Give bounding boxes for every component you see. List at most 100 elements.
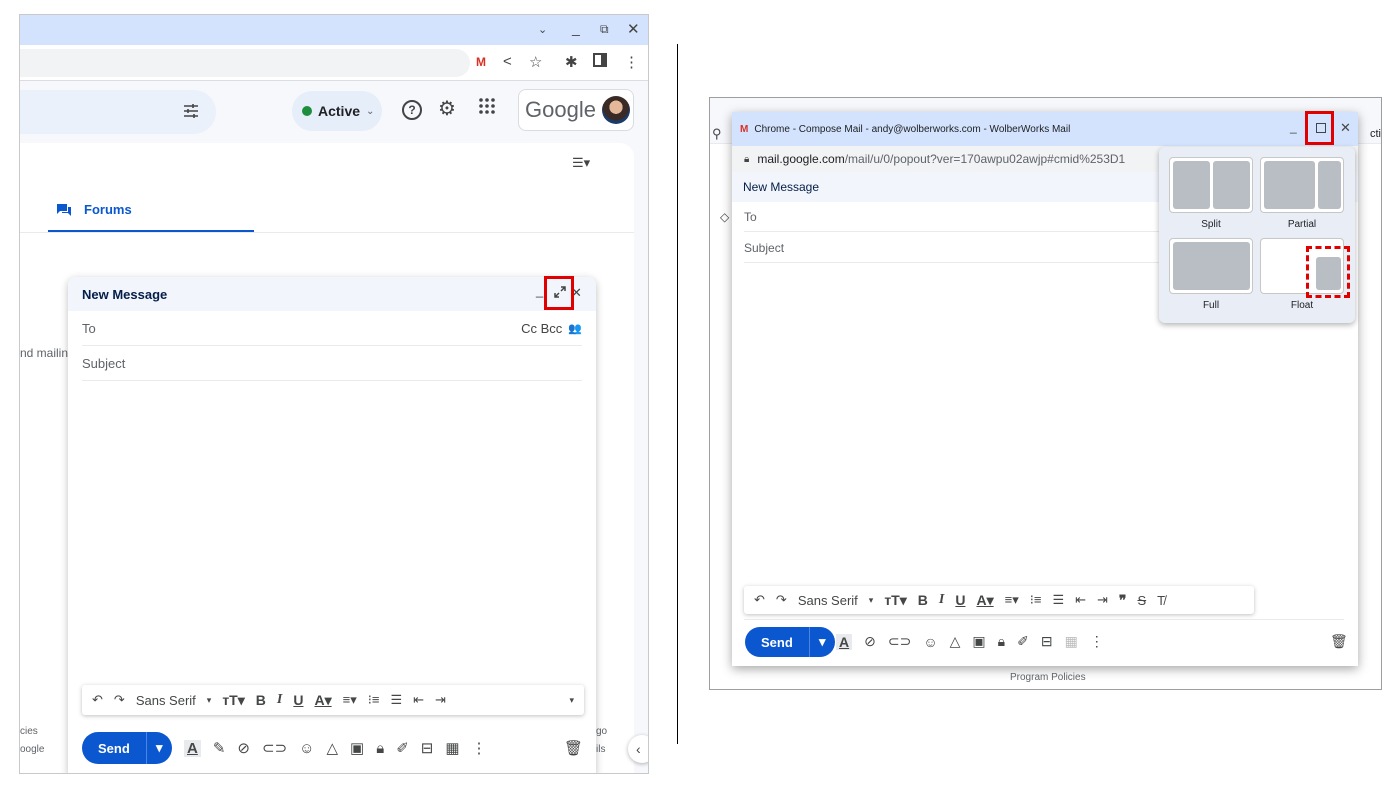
search-options-icon[interactable] [182, 102, 200, 120]
restore-icon[interactable]: ⧉ [600, 22, 609, 37]
popout-window-right: ⚲ ctiv ◇ M Chrome - Compose Mail - andy@… [709, 97, 1382, 690]
link-icon[interactable]: ⊂⊃ [888, 633, 911, 650]
google-account-button[interactable]: Google [518, 89, 634, 131]
indent-less-icon[interactable]: ⇤ [413, 692, 424, 708]
more-formatting-icon[interactable]: ▾ [569, 695, 574, 706]
send-button[interactable]: Send ▾ [745, 627, 835, 657]
undo-icon[interactable]: ↶ [92, 692, 103, 708]
attach-icon[interactable]: ⊘ [864, 633, 876, 650]
drive-icon[interactable]: △ [326, 739, 338, 757]
layouts-icon[interactable]: ⊟ [1041, 633, 1053, 650]
indent-more-icon[interactable]: ⇥ [435, 692, 446, 708]
photo-icon[interactable]: ▣ [350, 739, 364, 757]
close-window-icon[interactable]: ✕ [1340, 120, 1351, 136]
formatting-options-icon[interactable]: A [184, 739, 201, 757]
minimize-icon[interactable]: _ [1290, 120, 1297, 134]
text-color-icon[interactable]: A▾ [314, 692, 331, 709]
emoji-icon[interactable]: ☺ [299, 740, 314, 757]
emoji-icon[interactable]: ☺ [923, 634, 937, 650]
redo-icon[interactable]: ↷ [776, 592, 787, 608]
align-icon[interactable]: ≡▾ [1005, 592, 1019, 608]
more-options-icon[interactable]: ⋮ [1090, 633, 1104, 650]
confidential-lock-icon[interactable]: 🔒︎ [998, 633, 1005, 650]
side-panel-icon[interactable] [593, 53, 607, 67]
font-size-icon[interactable]: тT▾ [222, 692, 244, 709]
compose-header[interactable]: New Message [68, 277, 596, 311]
to-field[interactable]: To Cc Bcc 👥 [82, 312, 582, 346]
close-window-icon[interactable]: ✕ [627, 20, 640, 38]
font-select[interactable]: Sans Serif [798, 593, 858, 608]
status-active-button[interactable]: Active ⌄ [292, 91, 382, 131]
formatting-toolbar: ↶ ↷ Sans Serif ▾ тT▾ B I U A▾ ≡▾ ⁝≡ ☰ ⇤ … [744, 586, 1254, 614]
popout-window-title: Chrome - Compose Mail - andy@wolberworks… [754, 123, 1071, 135]
numbered-list-icon[interactable]: ⁝≡ [368, 692, 380, 708]
bulleted-list-icon[interactable]: ☰ [1052, 592, 1064, 608]
drive-icon[interactable]: △ [950, 633, 961, 650]
chrome-menu-icon[interactable]: ⋮ [624, 53, 639, 71]
underline-icon[interactable]: U [293, 692, 303, 708]
apps-grid-icon[interactable] [478, 97, 496, 115]
more-options-icon[interactable]: ⋮ [472, 739, 487, 757]
font-size-icon[interactable]: тT▾ [884, 592, 906, 609]
font-select[interactable]: Sans Serif [136, 693, 196, 708]
tab-search-chevron-icon[interactable]: ⌄ [538, 23, 547, 36]
discard-trash-icon[interactable]: 🗑︎ [564, 739, 583, 757]
redo-icon[interactable]: ↷ [114, 692, 125, 708]
send-button[interactable]: Send ▾ [82, 732, 172, 764]
italic-icon[interactable]: I [277, 692, 282, 708]
schedule-icon[interactable]: ▦ [1065, 633, 1078, 650]
magic-pen-icon[interactable]: ✎ [213, 739, 226, 757]
bookmark-star-icon[interactable]: ☆ [529, 53, 542, 71]
layout-option-split[interactable]: Split [1169, 157, 1253, 230]
subject-field[interactable]: Subject [82, 347, 582, 381]
layouts-icon[interactable]: ⊟ [421, 739, 434, 757]
cc-bcc-link[interactable]: Cc Bcc [521, 321, 562, 336]
minimize-compose-icon[interactable]: _ [536, 283, 543, 298]
address-bar[interactable] [20, 49, 470, 77]
layout-full-icon [1169, 238, 1253, 294]
program-policies-link[interactable]: Program Policies [1010, 672, 1086, 683]
layout-option-full[interactable]: Full [1169, 238, 1253, 311]
signature-icon[interactable]: ✐ [396, 739, 409, 757]
send-options-icon[interactable]: ▾ [808, 627, 835, 657]
indent-less-icon[interactable]: ⇤ [1075, 592, 1086, 608]
font-dropdown-icon[interactable]: ▾ [869, 595, 874, 606]
search-bar[interactable] [20, 90, 216, 134]
link-icon[interactable]: ⊂⊃ [262, 739, 287, 757]
minimize-icon[interactable]: _ [572, 20, 580, 36]
help-icon[interactable]: ? [402, 100, 422, 120]
italic-icon[interactable]: I [939, 592, 944, 608]
undo-icon[interactable]: ↶ [754, 592, 765, 608]
share-icon[interactable]: < [503, 53, 512, 70]
confidential-lock-icon[interactable]: 🔒︎ [376, 740, 384, 757]
numbered-list-icon[interactable]: ⁝≡ [1030, 592, 1042, 608]
send-options-icon[interactable]: ▾ [145, 732, 172, 764]
signature-icon[interactable]: ✐ [1017, 633, 1029, 650]
bold-icon[interactable]: B [256, 692, 266, 708]
attach-icon[interactable]: ⊘ [237, 739, 250, 757]
side-panel-collapse-icon[interactable]: ‹ [628, 735, 648, 763]
layout-option-partial[interactable]: Partial [1260, 157, 1344, 230]
footer-text-left-1: cies [20, 726, 38, 737]
add-recipients-icon[interactable]: 👥 [568, 322, 582, 335]
strikethrough-icon[interactable]: S [1137, 593, 1146, 608]
gmail-extension-icon[interactable]: M [476, 55, 486, 69]
quote-icon[interactable]: ❞ [1119, 592, 1127, 609]
bold-icon[interactable]: B [918, 592, 928, 608]
bulleted-list-icon[interactable]: ☰ [390, 692, 402, 708]
tab-forums[interactable]: Forums [48, 189, 254, 233]
photo-icon[interactable]: ▣ [972, 633, 985, 650]
text-color-icon[interactable]: A▾ [976, 592, 993, 609]
settings-gear-icon[interactable]: ⚙ [438, 96, 456, 121]
align-icon[interactable]: ≡▾ [343, 692, 357, 708]
highlight-float-box [1306, 246, 1350, 298]
discard-trash-icon[interactable]: 🗑︎ [1330, 633, 1348, 650]
font-dropdown-icon[interactable]: ▾ [207, 695, 212, 706]
remove-formatting-icon[interactable]: T̸ [1157, 593, 1165, 608]
extensions-puzzle-icon[interactable]: ✱ [565, 53, 578, 71]
schedule-icon[interactable]: ▦ [445, 739, 459, 757]
density-menu-icon[interactable]: ☰▾ [572, 155, 590, 171]
indent-more-icon[interactable]: ⇥ [1097, 592, 1108, 608]
formatting-options-icon[interactable]: A [836, 633, 853, 650]
underline-icon[interactable]: U [955, 592, 965, 608]
